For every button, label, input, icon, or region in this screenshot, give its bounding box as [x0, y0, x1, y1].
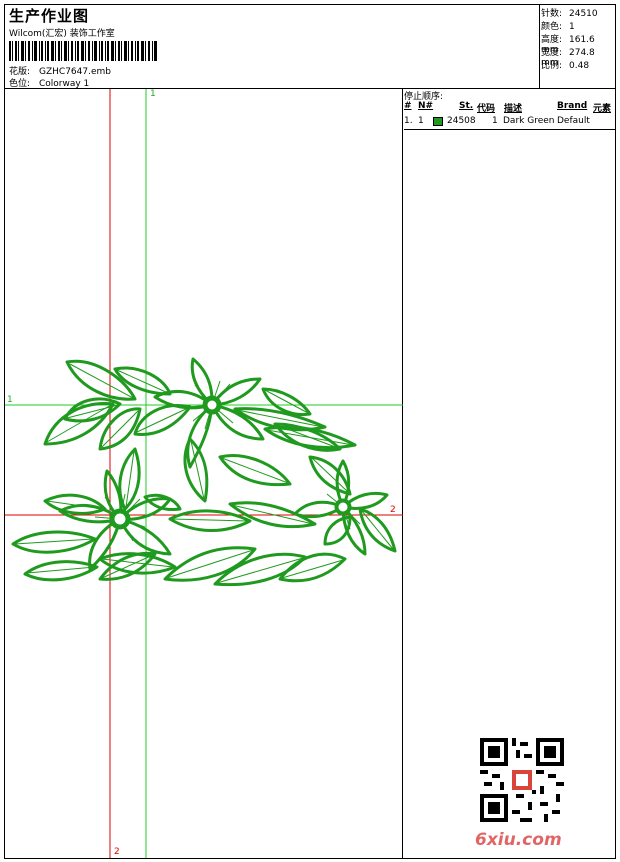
col-element: 元素 — [593, 104, 612, 114]
barcode — [9, 41, 157, 61]
col-n: N# — [418, 101, 434, 111]
row-index: 1. — [404, 116, 413, 126]
stats-panel: 针数: 24510 颜色: 1 高度: 161.6 mm 宽度: 274.8 mm 比例… — [541, 5, 615, 89]
header-left: 生产作业图 Wilcom(汇宏) 装饰工作室 花版: GZHC7647.emb … — [5, 5, 540, 89]
green-vertical-marker: 1 — [150, 89, 156, 99]
page-title: 生产作业图 — [9, 7, 90, 25]
row-brand: Default — [557, 116, 590, 126]
col-code: 代码 — [477, 104, 496, 114]
company-name: Wilcom(汇宏) 装饰工作室 — [9, 29, 115, 39]
row-code: 24508 — [447, 116, 476, 126]
red-horizontal-marker: 2 — [390, 505, 396, 515]
row-desc: Dark Green — [503, 116, 555, 126]
stop-sequence-header: # N# St. 代码 描述 Brand 元素 — [404, 101, 615, 114]
qr-code — [480, 738, 564, 822]
col-st: St. — [459, 101, 474, 111]
panel-divider — [404, 129, 615, 130]
col-brand: Brand — [557, 101, 588, 111]
green-horizontal-marker: 1 — [7, 395, 13, 405]
design-canvas: 1 1 2 2 — [5, 89, 403, 858]
embroidery-preview — [5, 89, 403, 858]
col-index: # — [404, 101, 412, 111]
stat-colors: 颜色: 1 — [541, 22, 575, 32]
embroidery-motif — [11, 357, 397, 587]
row-st: 1 — [492, 116, 498, 126]
watermark: 6xiu.com — [475, 830, 562, 850]
table-row: 1. 1 24508 1 Dark Green Default — [404, 116, 615, 129]
stat-scale: 比例: 0.48 — [541, 61, 590, 71]
stat-stitches: 针数: 24510 — [541, 9, 598, 19]
row-n: 1 — [418, 116, 424, 126]
col-desc: 描述 — [504, 104, 523, 114]
red-vertical-marker: 2 — [114, 847, 120, 857]
